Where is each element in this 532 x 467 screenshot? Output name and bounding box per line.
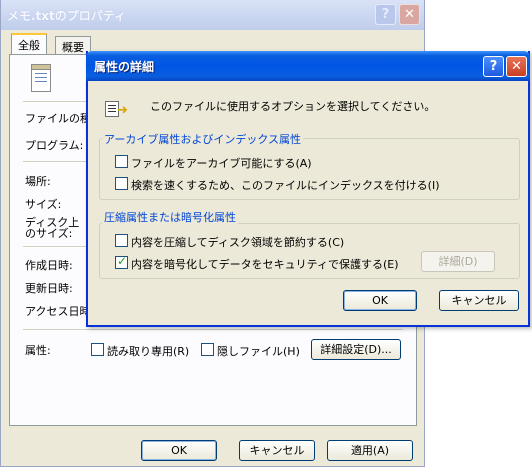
encrypt-label[interactable]: 内容を暗号化してデータをセキュリティで保護する(E) [131,256,399,272]
size-label: サイズ: [25,198,62,211]
cancel-button[interactable]: キャンセル [239,440,315,461]
archive-checkbox[interactable] [115,155,128,168]
details-button[interactable]: 詳細(D) [421,251,495,272]
compress-label[interactable]: 内容を圧縮してディスク領域を節約する(C) [131,234,344,250]
ok-button[interactable]: OK [141,440,217,461]
description-text: このファイルに使用するオプションを選択してください。 [150,100,436,113]
close-icon[interactable]: ✕ [399,4,420,25]
ok-button[interactable]: OK [343,290,417,311]
help-icon[interactable]: ? [375,4,396,25]
accessed-label: アクセス日時: [25,305,95,318]
help-icon[interactable]: ? [483,56,504,77]
encrypt-checkbox[interactable] [115,254,128,269]
compress-group-title: 圧縮属性または暗号化属性 [102,209,238,225]
size-on-disk-label: ディスク上 のサイズ: [25,216,80,240]
tab-general[interactable]: 全般 [11,33,47,55]
index-checkbox[interactable] [115,177,128,190]
modified-label: 更新日時: [25,282,73,295]
divider [23,329,403,331]
hidden-checkbox[interactable] [201,343,214,356]
advanced-settings-button[interactable]: 詳細設定(D)... [311,339,401,360]
readonly-checkbox[interactable] [91,343,104,356]
attributes-label: 属性: [25,344,51,357]
created-label: 作成日時: [25,259,73,272]
readonly-label[interactable]: 読み取り専用(R) [107,343,189,359]
close-icon[interactable]: ✕ [506,56,527,77]
options-icon: ➜ [105,99,131,119]
properties-title: メモ.txtのプロパティ [7,9,127,23]
apply-button[interactable]: 適用(A) [327,440,413,461]
properties-titlebar[interactable]: メモ.txtのプロパティ ? ✕ [1,0,424,30]
cancel-button[interactable]: キャンセル [439,290,519,311]
program-label: プログラム: [25,139,84,152]
advanced-attributes-dialog: 属性の詳細 ? ✕ ➜ このファイルに使用するオプションを選択してください。 ア… [86,51,530,327]
advanced-title: 属性の詳細 [94,60,155,74]
advanced-titlebar[interactable]: 属性の詳細 ? ✕ [86,51,530,81]
archive-label[interactable]: ファイルをアーカイブ可能にする(A) [131,155,312,171]
text-file-icon [31,64,51,92]
archive-group-title: アーカイブ属性およびインデックス属性 [102,131,304,147]
hidden-label[interactable]: 隠しファイル(H) [217,343,300,359]
compress-checkbox[interactable] [115,234,128,247]
index-label[interactable]: 検索を速くするため、このファイルにインデックスを付ける(I) [131,177,440,193]
location-label: 場所: [25,175,51,188]
